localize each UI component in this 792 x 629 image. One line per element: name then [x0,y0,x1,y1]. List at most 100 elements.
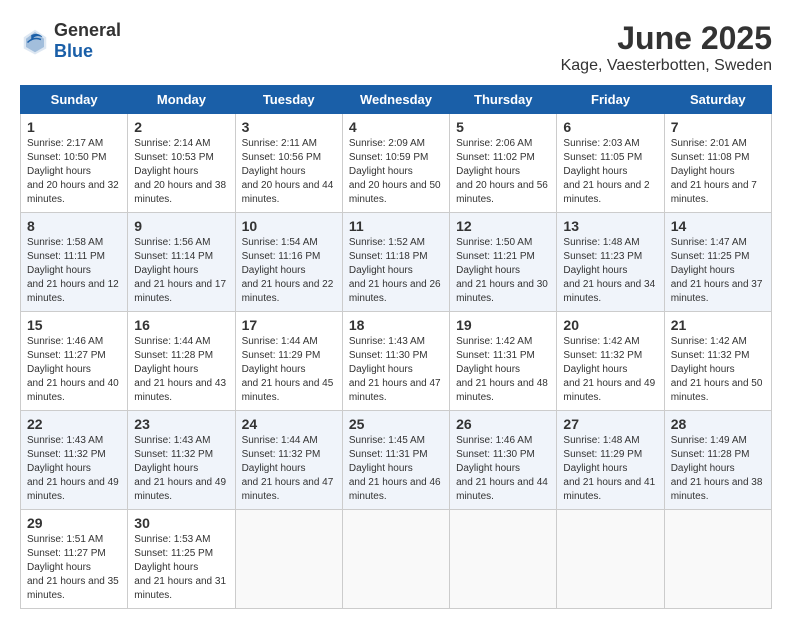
table-row: 7 Sunrise: 2:01 AM Sunset: 11:08 PM Dayl… [664,114,771,213]
calendar-week-row: 8 Sunrise: 1:58 AM Sunset: 11:11 PM Dayl… [21,213,772,312]
day-detail: Sunrise: 1:53 AM Sunset: 11:25 PM Daylig… [134,533,228,603]
day-detail: Sunrise: 1:47 AM Sunset: 11:25 PM Daylig… [671,236,765,306]
table-row: 17 Sunrise: 1:44 AM Sunset: 11:29 PM Day… [235,312,342,411]
col-wednesday: Wednesday [342,86,449,114]
calendar-week-row: 1 Sunrise: 2:17 AM Sunset: 10:50 PM Dayl… [21,114,772,213]
day-detail: Sunrise: 2:03 AM Sunset: 11:05 PM Daylig… [563,137,657,207]
table-row: 29 Sunrise: 1:51 AM Sunset: 11:27 PM Day… [21,510,128,609]
calendar-table: Sunday Monday Tuesday Wednesday Thursday… [20,85,772,609]
day-detail: Sunrise: 1:51 AM Sunset: 11:27 PM Daylig… [27,533,121,603]
day-detail: Sunrise: 1:49 AM Sunset: 11:28 PM Daylig… [671,434,765,504]
table-row [450,510,557,609]
day-detail: Sunrise: 1:43 AM Sunset: 11:32 PM Daylig… [27,434,121,504]
day-number: 5 [456,119,550,135]
day-number: 2 [134,119,228,135]
day-number: 12 [456,218,550,234]
calendar-week-row: 15 Sunrise: 1:46 AM Sunset: 11:27 PM Day… [21,312,772,411]
day-detail: Sunrise: 1:42 AM Sunset: 11:32 PM Daylig… [563,335,657,405]
day-detail: Sunrise: 1:44 AM Sunset: 11:29 PM Daylig… [242,335,336,405]
day-number: 10 [242,218,336,234]
col-friday: Friday [557,86,664,114]
table-row [557,510,664,609]
col-monday: Monday [128,86,235,114]
table-row: 2 Sunrise: 2:14 AM Sunset: 10:53 PM Dayl… [128,114,235,213]
day-detail: Sunrise: 1:43 AM Sunset: 11:30 PM Daylig… [349,335,443,405]
day-detail: Sunrise: 1:48 AM Sunset: 11:23 PM Daylig… [563,236,657,306]
table-row: 23 Sunrise: 1:43 AM Sunset: 11:32 PM Day… [128,411,235,510]
location-title: Kage, Vaesterbotten, Sweden [561,57,772,75]
day-detail: Sunrise: 1:56 AM Sunset: 11:14 PM Daylig… [134,236,228,306]
table-row [235,510,342,609]
day-detail: Sunrise: 1:45 AM Sunset: 11:31 PM Daylig… [349,434,443,504]
table-row: 22 Sunrise: 1:43 AM Sunset: 11:32 PM Day… [21,411,128,510]
day-detail: Sunrise: 1:58 AM Sunset: 11:11 PM Daylig… [27,236,121,306]
day-number: 6 [563,119,657,135]
title-section: June 2025 Kage, Vaesterbotten, Sweden [561,20,772,75]
day-detail: Sunrise: 2:01 AM Sunset: 11:08 PM Daylig… [671,137,765,207]
day-number: 17 [242,317,336,333]
day-detail: Sunrise: 1:42 AM Sunset: 11:32 PM Daylig… [671,335,765,405]
day-detail: Sunrise: 1:43 AM Sunset: 11:32 PM Daylig… [134,434,228,504]
table-row: 19 Sunrise: 1:42 AM Sunset: 11:31 PM Day… [450,312,557,411]
table-row: 16 Sunrise: 1:44 AM Sunset: 11:28 PM Day… [128,312,235,411]
day-number: 22 [27,416,121,432]
table-row: 8 Sunrise: 1:58 AM Sunset: 11:11 PM Dayl… [21,213,128,312]
col-sunday: Sunday [21,86,128,114]
day-number: 19 [456,317,550,333]
table-row: 10 Sunrise: 1:54 AM Sunset: 11:16 PM Day… [235,213,342,312]
logo-blue-text: Blue [54,41,93,61]
day-detail: Sunrise: 1:50 AM Sunset: 11:21 PM Daylig… [456,236,550,306]
table-row: 15 Sunrise: 1:46 AM Sunset: 11:27 PM Day… [21,312,128,411]
col-tuesday: Tuesday [235,86,342,114]
table-row: 1 Sunrise: 2:17 AM Sunset: 10:50 PM Dayl… [21,114,128,213]
day-number: 18 [349,317,443,333]
table-row: 14 Sunrise: 1:47 AM Sunset: 11:25 PM Day… [664,213,771,312]
day-detail: Sunrise: 1:44 AM Sunset: 11:28 PM Daylig… [134,335,228,405]
day-number: 8 [27,218,121,234]
logo: General Blue [20,20,121,62]
table-row: 21 Sunrise: 1:42 AM Sunset: 11:32 PM Day… [664,312,771,411]
day-number: 26 [456,416,550,432]
day-number: 21 [671,317,765,333]
day-number: 9 [134,218,228,234]
calendar-week-row: 29 Sunrise: 1:51 AM Sunset: 11:27 PM Day… [21,510,772,609]
day-detail: Sunrise: 2:17 AM Sunset: 10:50 PM Daylig… [27,137,121,207]
day-number: 15 [27,317,121,333]
day-detail: Sunrise: 1:44 AM Sunset: 11:32 PM Daylig… [242,434,336,504]
col-saturday: Saturday [664,86,771,114]
day-detail: Sunrise: 1:48 AM Sunset: 11:29 PM Daylig… [563,434,657,504]
table-row: 6 Sunrise: 2:03 AM Sunset: 11:05 PM Dayl… [557,114,664,213]
table-row: 13 Sunrise: 1:48 AM Sunset: 11:23 PM Day… [557,213,664,312]
table-row: 9 Sunrise: 1:56 AM Sunset: 11:14 PM Dayl… [128,213,235,312]
table-row: 12 Sunrise: 1:50 AM Sunset: 11:21 PM Day… [450,213,557,312]
logo-general-text: General [54,20,121,40]
table-row: 25 Sunrise: 1:45 AM Sunset: 11:31 PM Day… [342,411,449,510]
day-number: 1 [27,119,121,135]
table-row: 28 Sunrise: 1:49 AM Sunset: 11:28 PM Day… [664,411,771,510]
day-number: 11 [349,218,443,234]
day-detail: Sunrise: 2:11 AM Sunset: 10:56 PM Daylig… [242,137,336,207]
table-row: 26 Sunrise: 1:46 AM Sunset: 11:30 PM Day… [450,411,557,510]
calendar-week-row: 22 Sunrise: 1:43 AM Sunset: 11:32 PM Day… [21,411,772,510]
day-detail: Sunrise: 2:14 AM Sunset: 10:53 PM Daylig… [134,137,228,207]
day-detail: Sunrise: 1:42 AM Sunset: 11:31 PM Daylig… [456,335,550,405]
table-row [664,510,771,609]
day-number: 28 [671,416,765,432]
day-detail: Sunrise: 2:06 AM Sunset: 11:02 PM Daylig… [456,137,550,207]
day-number: 29 [27,515,121,531]
logo-wordmark: General Blue [54,20,121,62]
logo-icon [20,26,50,56]
day-number: 25 [349,416,443,432]
calendar-header-row: Sunday Monday Tuesday Wednesday Thursday… [21,86,772,114]
day-number: 3 [242,119,336,135]
table-row [342,510,449,609]
day-number: 4 [349,119,443,135]
page-header: General Blue June 2025 Kage, Vaesterbott… [20,20,772,75]
day-number: 24 [242,416,336,432]
table-row: 11 Sunrise: 1:52 AM Sunset: 11:18 PM Day… [342,213,449,312]
day-detail: Sunrise: 2:09 AM Sunset: 10:59 PM Daylig… [349,137,443,207]
month-title: June 2025 [561,20,772,57]
table-row: 4 Sunrise: 2:09 AM Sunset: 10:59 PM Dayl… [342,114,449,213]
day-detail: Sunrise: 1:52 AM Sunset: 11:18 PM Daylig… [349,236,443,306]
table-row: 3 Sunrise: 2:11 AM Sunset: 10:56 PM Dayl… [235,114,342,213]
